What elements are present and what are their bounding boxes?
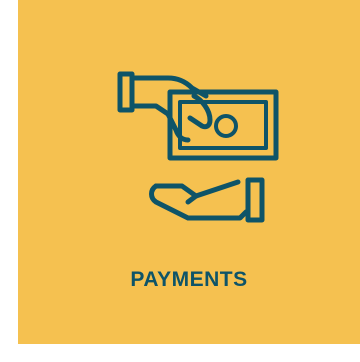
hand-giving-money-to-hand-icon (116, 66, 280, 232)
payments-tile[interactable]: PAYMENTS (18, 0, 360, 344)
payments-label: PAYMENTS (130, 268, 248, 291)
